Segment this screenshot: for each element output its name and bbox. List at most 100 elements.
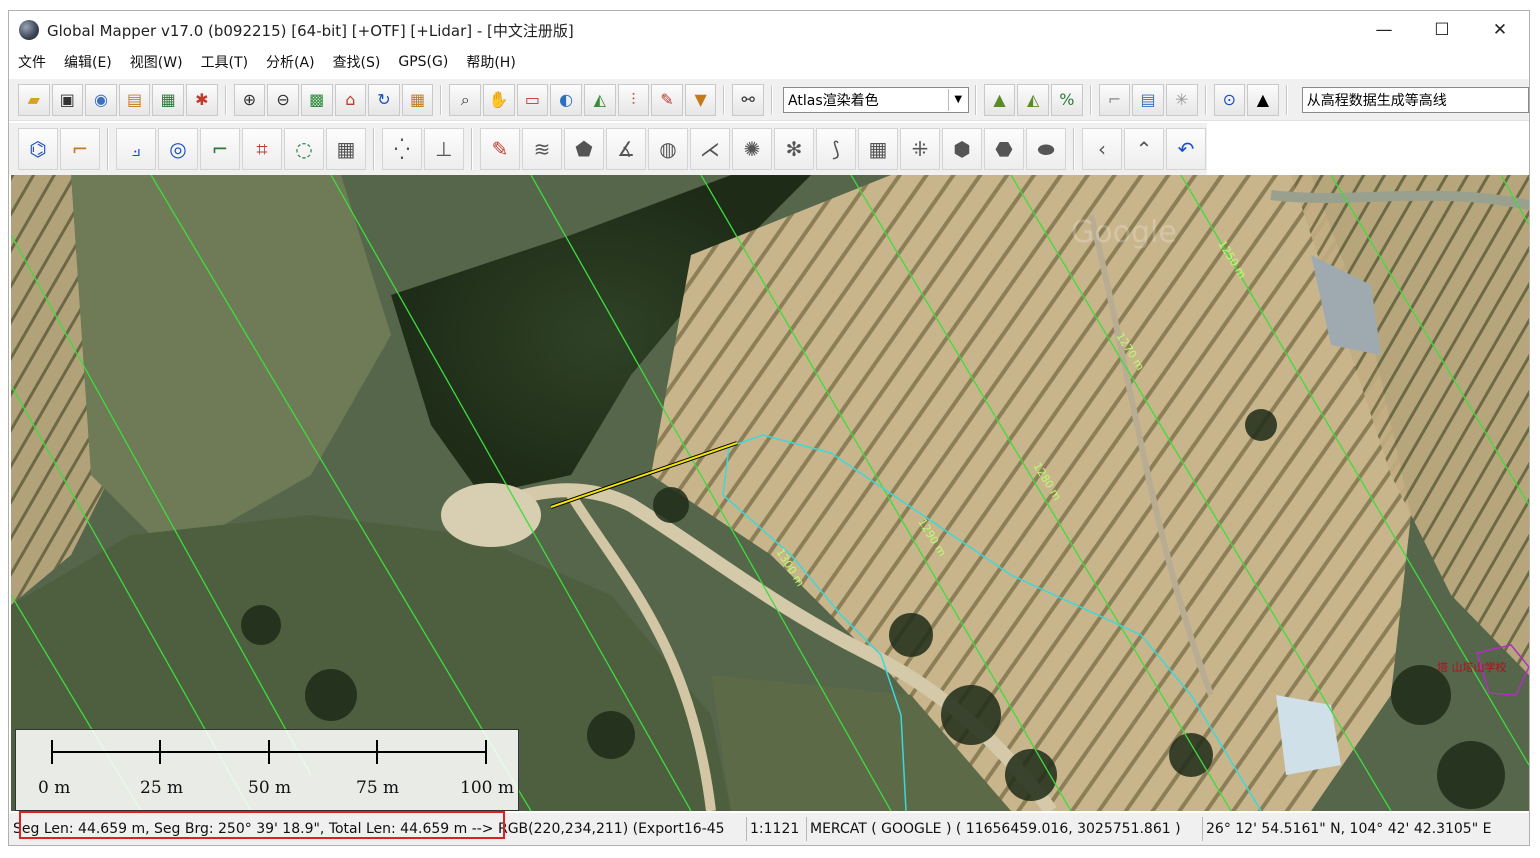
chevron-down-icon: ▼ bbox=[947, 88, 968, 111]
separator bbox=[723, 84, 726, 115]
north-arrow-icon[interactable]: ▲ bbox=[1247, 83, 1279, 116]
separator bbox=[107, 128, 109, 170]
config-icon[interactable]: ▦ bbox=[152, 83, 185, 116]
path-profile-icon[interactable]: ◭ bbox=[583, 83, 616, 116]
separator bbox=[771, 84, 774, 115]
zoom-extent-icon[interactable]: ▩ bbox=[300, 83, 333, 116]
grid-pattern-icon[interactable]: ▦ bbox=[326, 128, 366, 170]
digitizer-toolbar: ⌬ ⌐ ⟓ ◎ ⌐ ⌗ ◌ ▦ ⁛ ⊥ ✎ ≋ ⬟ ∡ ◍ ⋌ ✺ ✻ ⟆ ▦ … bbox=[9, 123, 1529, 175]
blob-icon[interactable]: ⬬ bbox=[1026, 128, 1066, 170]
scale-label: 100 m bbox=[460, 778, 514, 798]
building bbox=[1276, 695, 1341, 775]
online-data-icon[interactable]: ◉ bbox=[85, 83, 117, 116]
scale-label: 50 m bbox=[248, 778, 292, 798]
scale-readout: 1:1121 bbox=[747, 817, 807, 841]
scale-bar: 0 m 25 m 50 m 75 m 100 m bbox=[15, 729, 519, 811]
undo-shape-icon[interactable]: ‹ bbox=[1082, 128, 1122, 170]
cogo-icon[interactable]: ⌗ bbox=[242, 128, 282, 170]
merge-icon[interactable]: ✻ bbox=[774, 128, 814, 170]
binoculars-icon[interactable]: ⚯ bbox=[732, 83, 765, 116]
snap-icon[interactable]: ⋌ bbox=[690, 128, 730, 170]
google-watermark: Google bbox=[1071, 215, 1177, 250]
separator bbox=[974, 84, 977, 115]
3d-view-icon[interactable]: ◭ bbox=[1017, 83, 1050, 116]
separator bbox=[440, 84, 443, 115]
poi-label: 塔 山塔山学校 bbox=[1437, 661, 1507, 674]
main-toolbar: ▰ ▣ ◉ ▤ ▦ ✱ ⊕ ⊖ ▩ ⌂ ↻ ▦ ⌕ ✋ ▭ ◐ ◭ ⫶ ✎ ▼ … bbox=[9, 79, 1529, 121]
home-icon[interactable]: ⌂ bbox=[334, 83, 367, 116]
menu-search[interactable]: 查找(S) bbox=[333, 52, 381, 72]
move-up-icon[interactable]: ⌃ bbox=[1124, 128, 1164, 170]
area-grid-icon[interactable]: ▦ bbox=[858, 128, 898, 170]
maximize-button[interactable]: ☐ bbox=[1413, 11, 1471, 49]
smooth-icon[interactable]: ⟆ bbox=[816, 128, 856, 170]
vertex-edit-icon[interactable]: ⁛ bbox=[382, 128, 422, 170]
circle-icon[interactable]: ◌ bbox=[284, 128, 324, 170]
map-canvas[interactable]: 1250 m 1270 m 1280 m 1290 m 1300 m Googl… bbox=[11, 175, 1529, 811]
buffer-icon[interactable]: ✺ bbox=[732, 128, 772, 170]
tools-icon[interactable]: ✱ bbox=[186, 83, 218, 116]
print-icon[interactable]: ▤ bbox=[1132, 83, 1164, 116]
overlay-control-icon[interactable]: ▤ bbox=[118, 83, 151, 116]
feature-info-icon[interactable]: ◐ bbox=[550, 83, 582, 116]
menu-tools[interactable]: 工具(T) bbox=[201, 52, 248, 72]
separator bbox=[224, 84, 227, 115]
rotate-icon[interactable]: ◍ bbox=[648, 128, 688, 170]
menu-edit[interactable]: 编辑(E) bbox=[64, 52, 112, 72]
window-title: Global Mapper v17.0 (b092215) [64-bit] [… bbox=[47, 21, 574, 40]
menu-view[interactable]: 视图(W) bbox=[130, 52, 183, 72]
globe-icon bbox=[19, 20, 39, 40]
menu-file[interactable]: 文件 bbox=[18, 52, 46, 72]
angle-icon[interactable]: ∡ bbox=[606, 128, 646, 170]
shader-value: Atlas渲染着色 bbox=[788, 92, 879, 109]
map-imagery bbox=[11, 175, 1529, 811]
contour-command-field[interactable]: 从高程数据生成等高线 bbox=[1301, 86, 1529, 113]
insert-vertex-icon[interactable]: ⊥ bbox=[424, 128, 464, 170]
dropdown-arrow-icon[interactable]: ▼ bbox=[684, 83, 717, 116]
shape-tool-icon[interactable]: ⬟ bbox=[564, 128, 604, 170]
pan-hand-icon[interactable]: ✋ bbox=[483, 83, 515, 116]
menu-gps[interactable]: GPS(G) bbox=[398, 54, 448, 70]
latlon-readout: 26° 12' 54.5161" N, 104° 42' 42.3105" E bbox=[1206, 821, 1492, 837]
digitizer-icon[interactable]: ✎ bbox=[651, 83, 683, 116]
terrain-shade-icon[interactable]: ▲ bbox=[983, 83, 1016, 116]
create-area-icon[interactable]: ⌬ bbox=[18, 128, 58, 170]
menu-analysis[interactable]: 分析(A) bbox=[266, 52, 315, 72]
split-icon[interactable]: ≋ bbox=[522, 128, 562, 170]
zoom-tool-icon[interactable]: ⌕ bbox=[449, 83, 482, 116]
range-ring-icon[interactable]: ◎ bbox=[158, 128, 198, 170]
edit-feature-icon[interactable]: ✎ bbox=[480, 128, 520, 170]
create-point-icon[interactable]: ⟓ bbox=[116, 128, 156, 170]
app-window: Global Mapper v17.0 (b092215) [64-bit] [… bbox=[8, 10, 1530, 846]
minimize-button[interactable]: — bbox=[1355, 11, 1413, 49]
separator bbox=[1089, 84, 1092, 115]
undo-icon[interactable]: ↶ bbox=[1166, 128, 1206, 170]
open-folder-icon[interactable]: ▰ bbox=[17, 83, 50, 116]
refresh-icon[interactable]: ↻ bbox=[368, 83, 400, 116]
close-button[interactable]: ✕ bbox=[1471, 11, 1529, 49]
sparkle-icon[interactable]: ✳ bbox=[1165, 83, 1198, 116]
menu-bar: 文件 编辑(E) 视图(W) 工具(T) 分析(A) 查找(S) GPS(G) … bbox=[9, 49, 1529, 75]
crop-icon[interactable]: ⁜ bbox=[900, 128, 940, 170]
tower-icon[interactable]: ⫶ bbox=[617, 83, 650, 116]
zoom-in-icon[interactable]: ⊕ bbox=[233, 83, 266, 116]
gps-target-icon[interactable]: ⊙ bbox=[1213, 83, 1246, 116]
shader-select[interactable]: Atlas渲染着色 ▼ bbox=[783, 86, 969, 113]
measure-icon[interactable]: ▭ bbox=[516, 83, 549, 116]
scale-label: 25 m bbox=[140, 778, 184, 798]
intersect-icon[interactable]: ⬣ bbox=[984, 128, 1024, 170]
profile-icon[interactable]: ⌐ bbox=[1098, 83, 1131, 116]
grid-icon[interactable]: ▦ bbox=[401, 83, 434, 116]
scale-ruler bbox=[51, 740, 487, 764]
zoom-out-icon[interactable]: ⊖ bbox=[267, 83, 299, 116]
separator bbox=[1204, 84, 1207, 115]
grid-line-icon[interactable]: ⌐ bbox=[200, 128, 240, 170]
title-bar: Global Mapper v17.0 (b092215) [64-bit] [… bbox=[9, 11, 1529, 49]
projection-readout: MERCAT ( GOOGLE ) ( 11656459.016, 302575… bbox=[807, 817, 1203, 841]
percent-icon[interactable]: % bbox=[1051, 83, 1083, 116]
create-line-icon[interactable]: ⌐ bbox=[60, 128, 100, 170]
union-icon[interactable]: ⬢ bbox=[942, 128, 982, 170]
menu-help[interactable]: 帮助(H) bbox=[466, 52, 515, 72]
save-icon[interactable]: ▣ bbox=[51, 83, 84, 116]
separator bbox=[1073, 128, 1075, 170]
